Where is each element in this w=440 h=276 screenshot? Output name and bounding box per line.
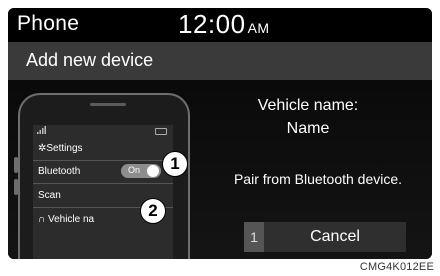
signal-icon <box>37 126 47 136</box>
phone-scan-label: Scan <box>38 190 61 201</box>
divider <box>33 183 173 184</box>
page-title: Add new device <box>26 50 154 70</box>
button-number: 1 <box>244 222 264 252</box>
battery-icon <box>155 128 167 135</box>
phone-bluetooth-label: Bluetooth <box>38 166 81 177</box>
clock-time: 12:00 <box>178 9 246 39</box>
callout-2: 2 <box>140 198 166 224</box>
content-area: ✲Settings Bluetooth On Scan ∩ Vehicle na <box>8 80 432 259</box>
bluetooth-toggle: On <box>121 164 161 178</box>
phone-bluetooth-row: Bluetooth On <box>33 161 173 183</box>
phone-device-label: ∩ Vehicle na <box>38 214 95 225</box>
vehicle-name-value: Name <box>286 120 330 137</box>
phone-settings-row: ✲Settings <box>33 138 173 160</box>
app-title: Phone <box>17 12 80 35</box>
head-unit-screen: Phone 12:00AM Add new device ✲Settings <box>8 8 432 259</box>
cancel-label: Cancel <box>310 228 360 245</box>
phone-screen: ✲Settings Bluetooth On Scan ∩ Vehicle na <box>33 125 173 259</box>
phone-status-bar <box>33 125 173 137</box>
pair-instruction: Pair from Bluetooth device. <box>233 171 403 187</box>
headset-icon: ∩ <box>38 214 46 225</box>
phone-speaker <box>90 103 126 106</box>
phone-side-button <box>14 179 18 195</box>
clock-ampm: AM <box>247 20 270 36</box>
toggle-label: On <box>128 165 141 175</box>
vehicle-name-label: Vehicle name: <box>257 97 359 114</box>
phone-settings-label: ✲Settings <box>38 143 83 154</box>
phone-side-button <box>14 157 18 173</box>
clock: 12:00 AM <box>178 9 270 40</box>
figure-caption: CMG4K012EE <box>359 261 434 273</box>
phone-illustration: ✲Settings Bluetooth On Scan ∩ Vehicle na <box>14 93 190 259</box>
cancel-button[interactable]: 1 Cancel <box>244 222 406 252</box>
callout-1: 1 <box>162 151 188 177</box>
title-bar: Add new device <box>8 42 432 80</box>
status-bar: Phone 12:00 AM <box>8 8 432 42</box>
toggle-knob <box>147 165 159 177</box>
